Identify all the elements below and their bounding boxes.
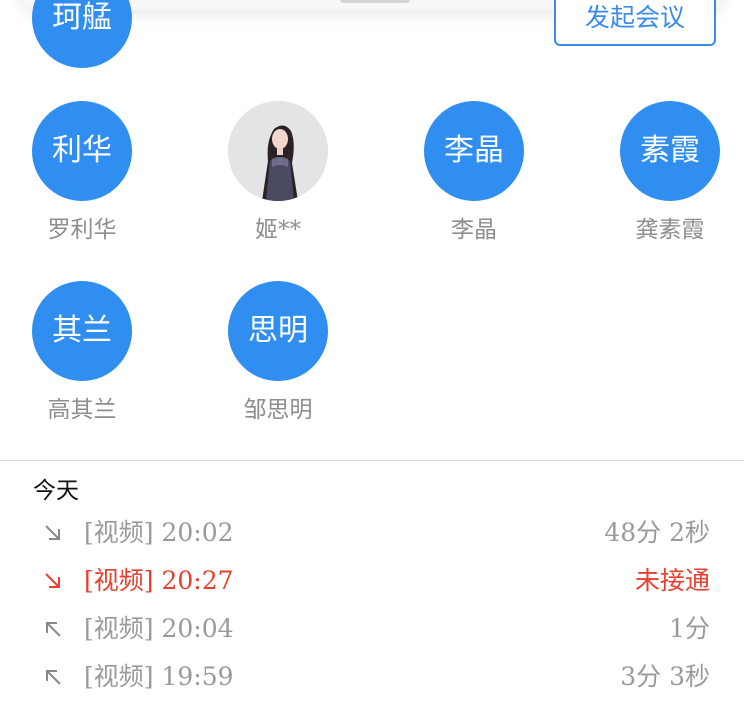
call-label: [视频] 20:02: [84, 518, 234, 547]
call-history-row[interactable]: [视频] 20:04 1分: [0, 608, 744, 652]
contact-name: 姬**: [255, 217, 301, 243]
outgoing-arrow-icon: [46, 622, 61, 637]
incoming-arrow-icon: [45, 525, 60, 540]
contact-name: 龚素霞: [635, 217, 705, 243]
avatar-photo: [228, 101, 328, 201]
call-duration: 3分 3秒: [620, 662, 710, 691]
contact-name: 邹思明: [243, 397, 313, 423]
sheet-drag-handle[interactable]: [340, 0, 410, 3]
avatar: 其兰: [32, 281, 132, 381]
call-history-row-missed[interactable]: [视频] 20:27 未接通: [0, 560, 744, 604]
call-history-row[interactable]: [视频] 19:59 3分 3秒: [0, 656, 744, 700]
contact-item[interactable]: 思明 邹思明: [213, 281, 343, 427]
call-duration: 48分 2秒: [604, 518, 710, 547]
avatar: 利华: [32, 101, 132, 201]
call-history-row[interactable]: [视频] 20:02 48分 2秒: [0, 512, 744, 556]
contact-item[interactable]: 素霞 龚素霞: [605, 101, 735, 247]
call-duration: 未接通: [634, 566, 710, 595]
avatar: 珂艋: [32, 0, 132, 68]
call-label: [视频] 20:27: [84, 566, 234, 595]
call-duration: 1分: [669, 614, 710, 643]
contact-item[interactable]: 李晶 李晶: [409, 101, 539, 247]
avatar: 李晶: [424, 101, 524, 201]
contact-item[interactable]: 利华 罗利华: [17, 101, 147, 247]
profile-photo-icon: [228, 101, 328, 201]
contact-name: 李晶: [451, 217, 497, 243]
call-label: [视频] 19:59: [84, 662, 234, 691]
section-divider: [0, 460, 744, 461]
contact-item[interactable]: 其兰 高其兰: [17, 281, 147, 427]
contact-name: 高其兰: [47, 397, 117, 423]
history-section-title: 今天: [33, 478, 79, 504]
call-contacts-page: 珂艋 发起会议 利华 罗利华 姬** 李晶 李晶 素霞 龚素霞 其兰 高其兰 思…: [0, 0, 744, 718]
contact-name: 罗利华: [47, 217, 117, 243]
avatar: 素霞: [620, 101, 720, 201]
contact-item[interactable]: 姬**: [213, 101, 343, 247]
call-label: [视频] 20:04: [84, 614, 234, 643]
outgoing-arrow-icon: [46, 670, 61, 685]
avatar: 思明: [228, 281, 328, 381]
incoming-arrow-icon: [45, 573, 60, 588]
contact-item[interactable]: 珂艋: [17, 0, 147, 68]
start-meeting-button[interactable]: 发起会议: [554, 0, 716, 46]
